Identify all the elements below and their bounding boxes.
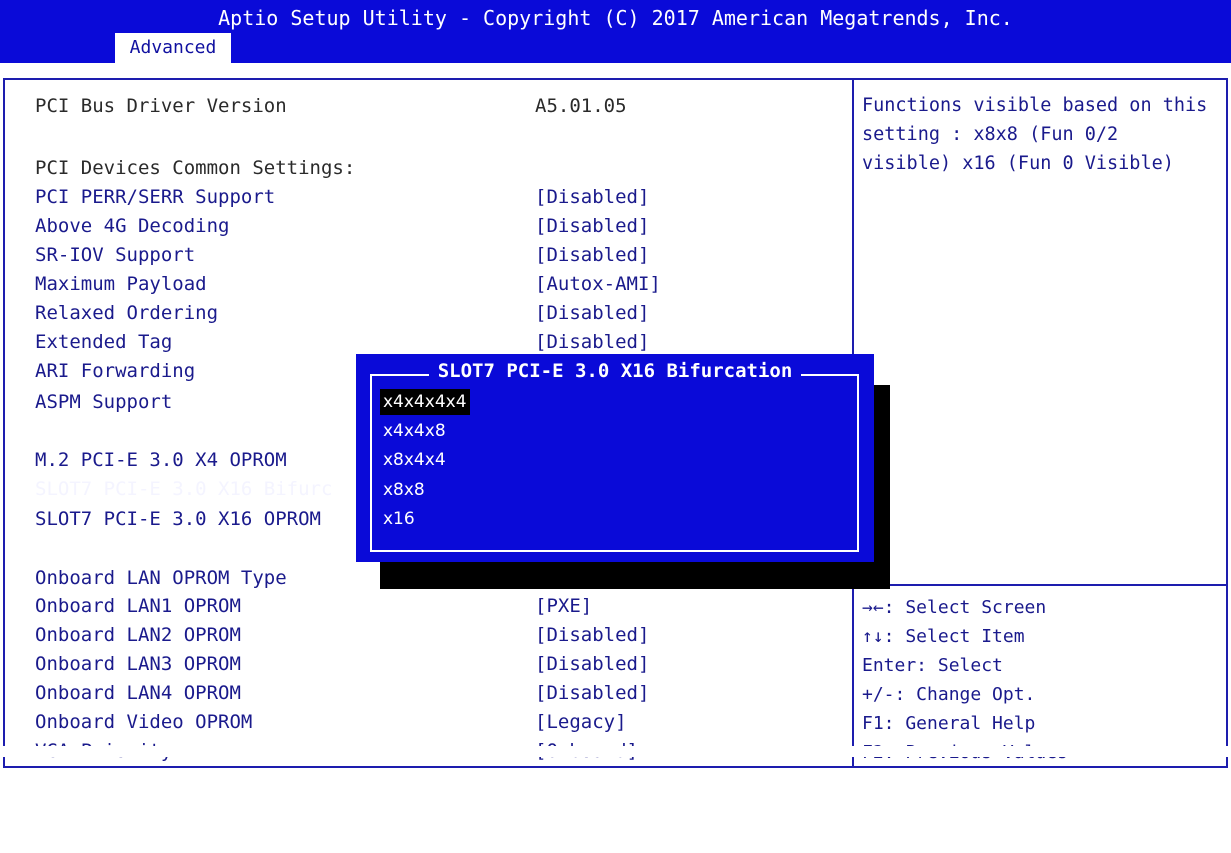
app-title: Aptio Setup Utility - Copyright (C) 2017…: [218, 6, 1013, 30]
popup-option-x16[interactable]: x16: [380, 506, 418, 532]
setting-value[interactable]: [PXE]: [535, 592, 592, 621]
setting-value[interactable]: [Disabled]: [535, 183, 649, 212]
tab-advanced[interactable]: Advanced: [115, 33, 231, 63]
setting-row-onboard-lan1-oprom[interactable]: Onboard LAN1 OPROM [PXE]: [35, 592, 592, 621]
setting-value[interactable]: [Disabled]: [535, 328, 649, 357]
setting-row-onboard-lan4-oprom[interactable]: Onboard LAN4 OPROM [Disabled]: [35, 679, 649, 708]
setting-row-pci-perr-serr[interactable]: PCI PERR/SERR Support [Disabled]: [35, 183, 649, 212]
key-enter-select: Enter: Select: [862, 655, 1003, 676]
popup-title: SLOT7 PCI-E 3.0 X16 Bifurcation: [356, 360, 874, 382]
setting-label: Extended Tag: [35, 331, 173, 353]
setting-value[interactable]: [Disabled]: [535, 212, 649, 241]
setting-label: Maximum Payload: [35, 273, 207, 295]
setting-label: Above 4G Decoding: [35, 215, 230, 237]
setting-label: M.2 PCI-E 3.0 X4 OPROM: [35, 449, 287, 471]
setting-row-onboard-video-oprom[interactable]: Onboard Video OPROM [Legacy]: [35, 708, 627, 737]
setting-row-aspm-support[interactable]: ASPM Support: [35, 388, 172, 417]
popup-option-x4x4x4x4[interactable]: x4x4x4x4: [380, 389, 470, 415]
setting-value[interactable]: [Disabled]: [535, 241, 649, 270]
section-heading-pci-devices: PCI Devices Common Settings:: [35, 154, 355, 183]
setting-value[interactable]: [Legacy]: [535, 708, 627, 737]
setting-label: Onboard LAN2 OPROM: [35, 624, 241, 646]
setting-value[interactable]: [Disabled]: [535, 679, 649, 708]
setting-label: SLOT7 PCI-E 3.0 X16 OPROM: [35, 508, 321, 530]
setting-label: Onboard LAN4 OPROM: [35, 682, 241, 704]
setting-label: ASPM Support: [35, 391, 173, 413]
setting-label: Onboard LAN3 OPROM: [35, 653, 241, 675]
key-select-screen: →←: Select Screen: [862, 597, 1047, 618]
setting-value[interactable]: [Autox-AMI]: [535, 270, 661, 299]
popup-option-x8x8[interactable]: x8x8: [380, 477, 428, 503]
setting-row-slot7-bifurcation[interactable]: SLOT7 PCI-E 3.0 X16 Bifurc: [35, 475, 333, 504]
setting-row-extended-tag[interactable]: Extended Tag [Disabled]: [35, 328, 649, 357]
setting-label-selected: SLOT7 PCI-E 3.0 X16 Bifurc: [35, 475, 333, 504]
setting-label: Onboard LAN1 OPROM: [35, 595, 241, 617]
popup-option-x4x4x8[interactable]: x4x4x8: [380, 418, 449, 444]
popup-option-x8x4x4[interactable]: x8x4x4: [380, 447, 449, 473]
section-heading: PCI Devices Common Settings:: [35, 157, 356, 179]
title-bar: Aptio Setup Utility - Copyright (C) 2017…: [0, 0, 1231, 63]
setting-row-onboard-lan-oprom-type[interactable]: Onboard LAN OPROM Type: [35, 564, 287, 593]
setting-row-sr-iov-support[interactable]: SR-IOV Support [Disabled]: [35, 241, 649, 270]
setting-label: Onboard LAN OPROM Type: [35, 567, 287, 589]
key-legend: →←: Select Screen ↑↓: Select Item Enter:…: [862, 593, 1222, 767]
setting-value: A5.01.05: [535, 95, 627, 117]
setting-label: SR-IOV Support: [35, 244, 196, 266]
setting-value[interactable]: [Disabled]: [535, 299, 649, 328]
setting-row-ari-forwarding[interactable]: ARI Forwarding: [35, 357, 195, 386]
popup-frame-bottom: [370, 550, 859, 552]
setting-row-relaxed-ordering[interactable]: Relaxed Ordering [Disabled]: [35, 299, 649, 328]
popup-title-text: SLOT7 PCI-E 3.0 X16 Bifurcation: [428, 360, 802, 382]
help-divider: [852, 584, 1228, 586]
setting-row-above-4g-decoding[interactable]: Above 4G Decoding [Disabled]: [35, 212, 649, 241]
setting-value[interactable]: [Disabled]: [535, 650, 649, 679]
setting-label: Relaxed Ordering: [35, 302, 219, 324]
setting-label: ARI Forwarding: [35, 360, 196, 382]
setting-row-maximum-payload[interactable]: Maximum Payload [Autox-AMI]: [35, 270, 661, 299]
key-select-item: ↑↓: Select Item: [862, 626, 1025, 647]
bifurcation-popup: SLOT7 PCI-E 3.0 X16 Bifurcation x4x4x4x4…: [356, 354, 874, 562]
key-change-option: +/-: Change Opt.: [862, 684, 1036, 705]
setting-row-m2-oprom[interactable]: M.2 PCI-E 3.0 X4 OPROM: [35, 446, 287, 475]
setting-label: PCI Bus Driver Version: [35, 95, 287, 117]
key-general-help: F1: General Help: [862, 713, 1036, 734]
setting-row-onboard-lan3-oprom[interactable]: Onboard LAN3 OPROM [Disabled]: [35, 650, 649, 679]
setting-label: PCI PERR/SERR Support: [35, 186, 276, 208]
help-text: Functions visible based on this setting …: [862, 95, 1219, 174]
setting-row-slot7-oprom[interactable]: SLOT7 PCI-E 3.0 X16 OPROM: [35, 505, 321, 534]
setting-row-onboard-lan2-oprom[interactable]: Onboard LAN2 OPROM [Disabled]: [35, 621, 649, 650]
setting-value[interactable]: [Disabled]: [535, 621, 649, 650]
bottom-edge: [0, 746, 1231, 757]
setting-row-pci-bus-driver-version: PCI Bus Driver Version A5.01.05: [35, 92, 627, 121]
setting-label: Onboard Video OPROM: [35, 711, 253, 733]
